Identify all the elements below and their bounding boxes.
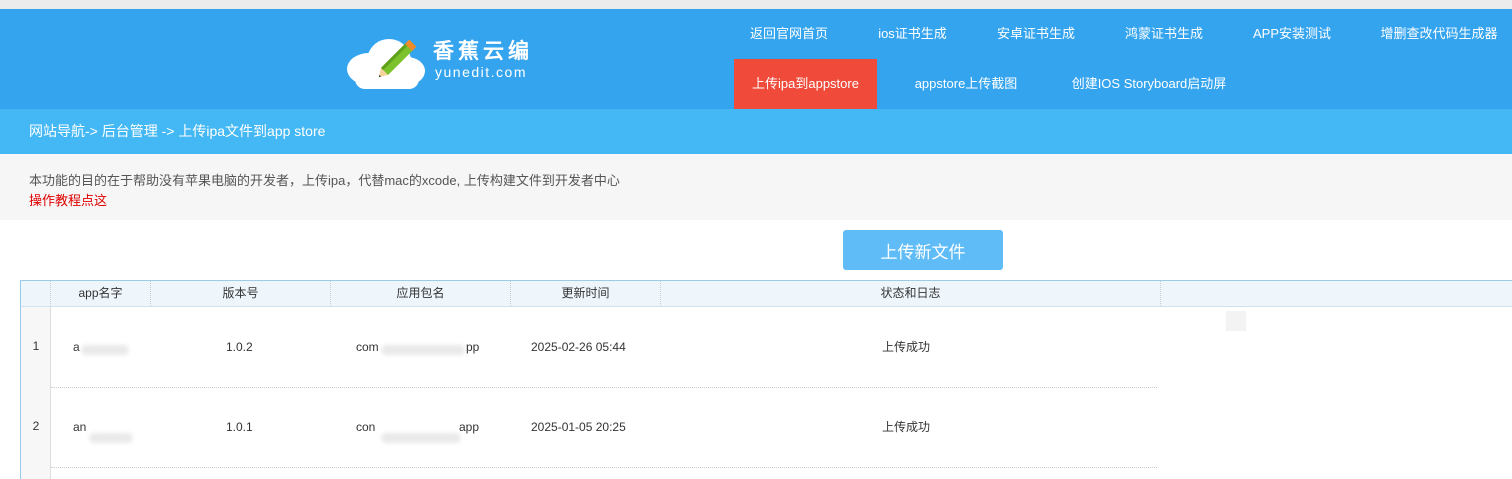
cloud-pencil-icon (347, 39, 425, 89)
cell-version: 1.0.2 (226, 340, 253, 354)
cell-app-name: a (73, 340, 80, 354)
cell-status: 上传成功 (882, 340, 931, 354)
cell-package-prefix: con (356, 420, 376, 434)
redacted-package (381, 433, 461, 443)
cell-updated: 2025-02-26 05:44 (531, 340, 626, 354)
cell-package-suffix: app (459, 420, 480, 434)
nav-ios-cert[interactable]: ios证书生成 (860, 9, 965, 59)
cell-status: 上传成功 (882, 420, 931, 434)
redacted-package (381, 345, 465, 355)
header-rownum (21, 281, 51, 306)
empty-placeholder (1226, 311, 1246, 331)
site-logo[interactable]: 香蕉云编 yunedit.com (345, 31, 565, 93)
cell-version: 1.0.1 (226, 420, 253, 434)
nav-appstore-screenshots[interactable]: appstore上传截图 (895, 59, 1037, 109)
cell-app-name: an (73, 420, 87, 434)
feature-description: 本功能的目的在于帮助没有苹果电脑的开发者，上传ipa，代替mac的xcode, … (29, 173, 620, 188)
nav-storyboard-launch[interactable]: 创建IOS Storyboard启动屏 (1055, 59, 1243, 109)
nav-upload-ipa[interactable]: 上传ipa到appstore (734, 59, 877, 109)
upload-table: app名字 版本号 应用包名 更新时间 状态和日志 1 2 a 1.0.2 co… (20, 280, 1512, 479)
redacted-app-name (81, 345, 129, 355)
nav-harmony-cert[interactable]: 鸿蒙证书生成 (1108, 9, 1220, 59)
breadcrumb-bar: 网站导航-> 后台管理 -> 上传ipa文件到app store (0, 109, 1512, 154)
logo-title: 香蕉云编 (433, 40, 533, 63)
header-status[interactable]: 状态和日志 (661, 281, 1161, 306)
nav-home[interactable]: 返回官网首页 (734, 9, 844, 59)
top-strip (0, 0, 1512, 9)
row-number: 1 (32, 339, 40, 353)
table-row[interactable]: a 1.0.2 com pp 2025-02-26 05:44 上传成功 (51, 307, 1157, 388)
nav-crud-generator[interactable]: 增删查改代码生成器 (1366, 9, 1512, 59)
logo-domain: yunedit.com (435, 64, 527, 80)
tutorial-link[interactable]: 操作教程点这 (29, 190, 107, 209)
header-version[interactable]: 版本号 (151, 281, 331, 306)
cell-package-prefix: com (356, 340, 379, 354)
site-header: 香蕉云编 yunedit.com 返回官网首页 ios证书生成 安卓证书生成 鸿… (0, 9, 1512, 109)
breadcrumb[interactable]: 网站导航-> 后台管理 -> 上传ipa文件到app store (29, 109, 325, 154)
nav-android-cert[interactable]: 安卓证书生成 (980, 9, 1092, 59)
redacted-app-name (89, 433, 133, 443)
row-number: 2 (32, 419, 40, 433)
header-updated[interactable]: 更新时间 (511, 281, 661, 306)
info-panel: 本功能的目的在于帮助没有苹果电脑的开发者，上传ipa，代替mac的xcode, … (0, 154, 1512, 220)
table-row[interactable]: an 1.0.1 con app 2025-01-05 20:25 上传成功 (51, 387, 1157, 468)
header-package[interactable]: 应用包名 (331, 281, 511, 306)
header-app-name[interactable]: app名字 (51, 281, 151, 306)
rownum-column: 1 2 (21, 307, 51, 479)
upload-new-file-button[interactable]: 上传新文件 (843, 230, 1003, 270)
cell-updated: 2025-01-05 20:25 (531, 420, 626, 434)
nav-app-install-test[interactable]: APP安装测试 (1236, 9, 1348, 59)
cell-package-suffix: pp (466, 340, 480, 354)
table-header: app名字 版本号 应用包名 更新时间 状态和日志 (21, 281, 1512, 307)
